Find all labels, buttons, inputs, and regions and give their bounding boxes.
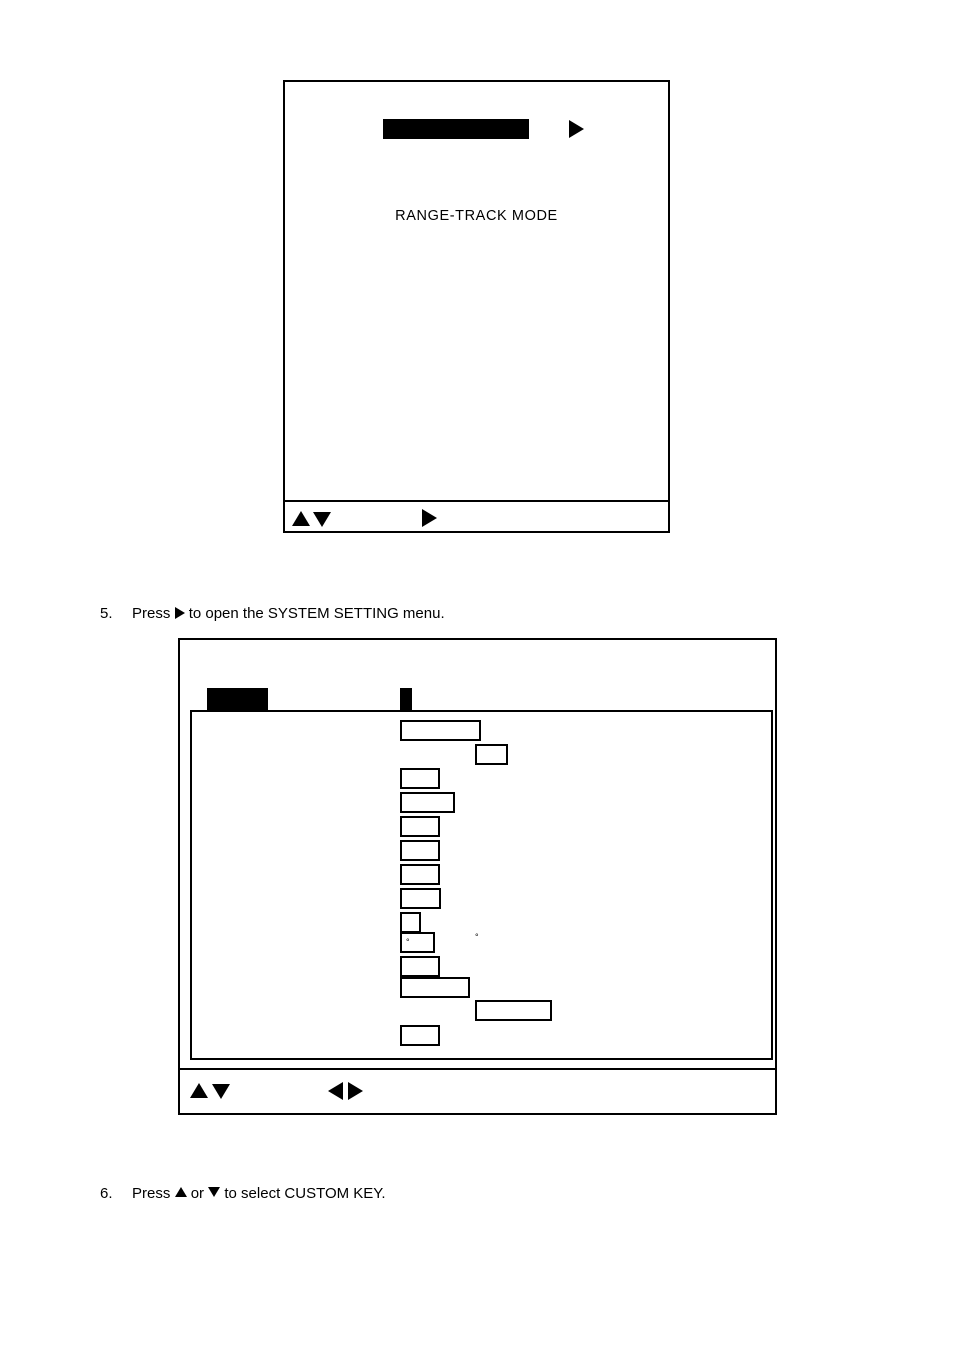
degree-symbol-label: ° [406,937,410,947]
menu-tab-primary-redacted[interactable] [207,688,268,712]
triangle-right-icon[interactable] [422,509,437,527]
step-5-text-before: Press [132,605,171,622]
range-track-mode-screen: RANGE-TRACK MODE [283,80,670,533]
step-6-text-before: Press [132,1185,171,1202]
triangle-right-icon[interactable] [569,120,584,138]
menu-value-box[interactable] [400,816,440,837]
softkey-bar [180,1068,775,1113]
range-track-mode-label: RANGE-TRACK MODE [395,208,558,224]
triangle-up-icon[interactable] [292,511,310,526]
menu-value-box[interactable] [400,768,440,789]
step-5-number: 5. [100,605,113,622]
step-5-instruction: 5. Press to open the SYSTEM SETTING menu. [100,605,445,622]
menu-value-box[interactable] [400,864,440,885]
menu-value-box[interactable] [400,1025,440,1046]
menu-value-box[interactable] [400,840,440,861]
step-5-text-after: to open the SYSTEM SETTING menu. [188,605,445,622]
step-6-instruction: 6. Press or to select CUSTOM KEY. [100,1185,386,1202]
triangle-down-icon [208,1187,221,1197]
menu-value-box[interactable] [400,912,421,933]
menu-value-box[interactable] [475,744,508,765]
system-setting-menu-screen: ° ° [178,638,777,1115]
triangle-down-icon[interactable] [313,512,331,527]
step-6-text-middle: or [190,1185,205,1202]
menu-tab-secondary-redacted[interactable] [400,688,412,712]
triangle-down-icon[interactable] [212,1084,230,1099]
triangle-left-icon[interactable] [328,1082,343,1100]
step-6-text-after: to select CUSTOM KEY. [224,1185,386,1202]
menu-value-box[interactable] [400,792,455,813]
menu-value-box[interactable]: ° [400,932,435,953]
softkey-bar [285,500,668,533]
triangle-up-icon[interactable] [190,1083,208,1098]
triangle-right-icon [174,607,185,619]
menu-value-box[interactable] [400,720,481,741]
degree-symbol-label: ° [475,932,479,942]
step-6-number: 6. [100,1185,113,1202]
menu-value-box[interactable] [400,888,441,909]
triangle-right-icon[interactable] [348,1082,363,1100]
menu-value-box[interactable] [400,977,470,998]
menu-value-box[interactable] [475,1000,552,1021]
menu-title-bar-redacted [383,119,529,139]
menu-value-box[interactable] [400,956,440,977]
triangle-up-icon [174,1187,187,1197]
